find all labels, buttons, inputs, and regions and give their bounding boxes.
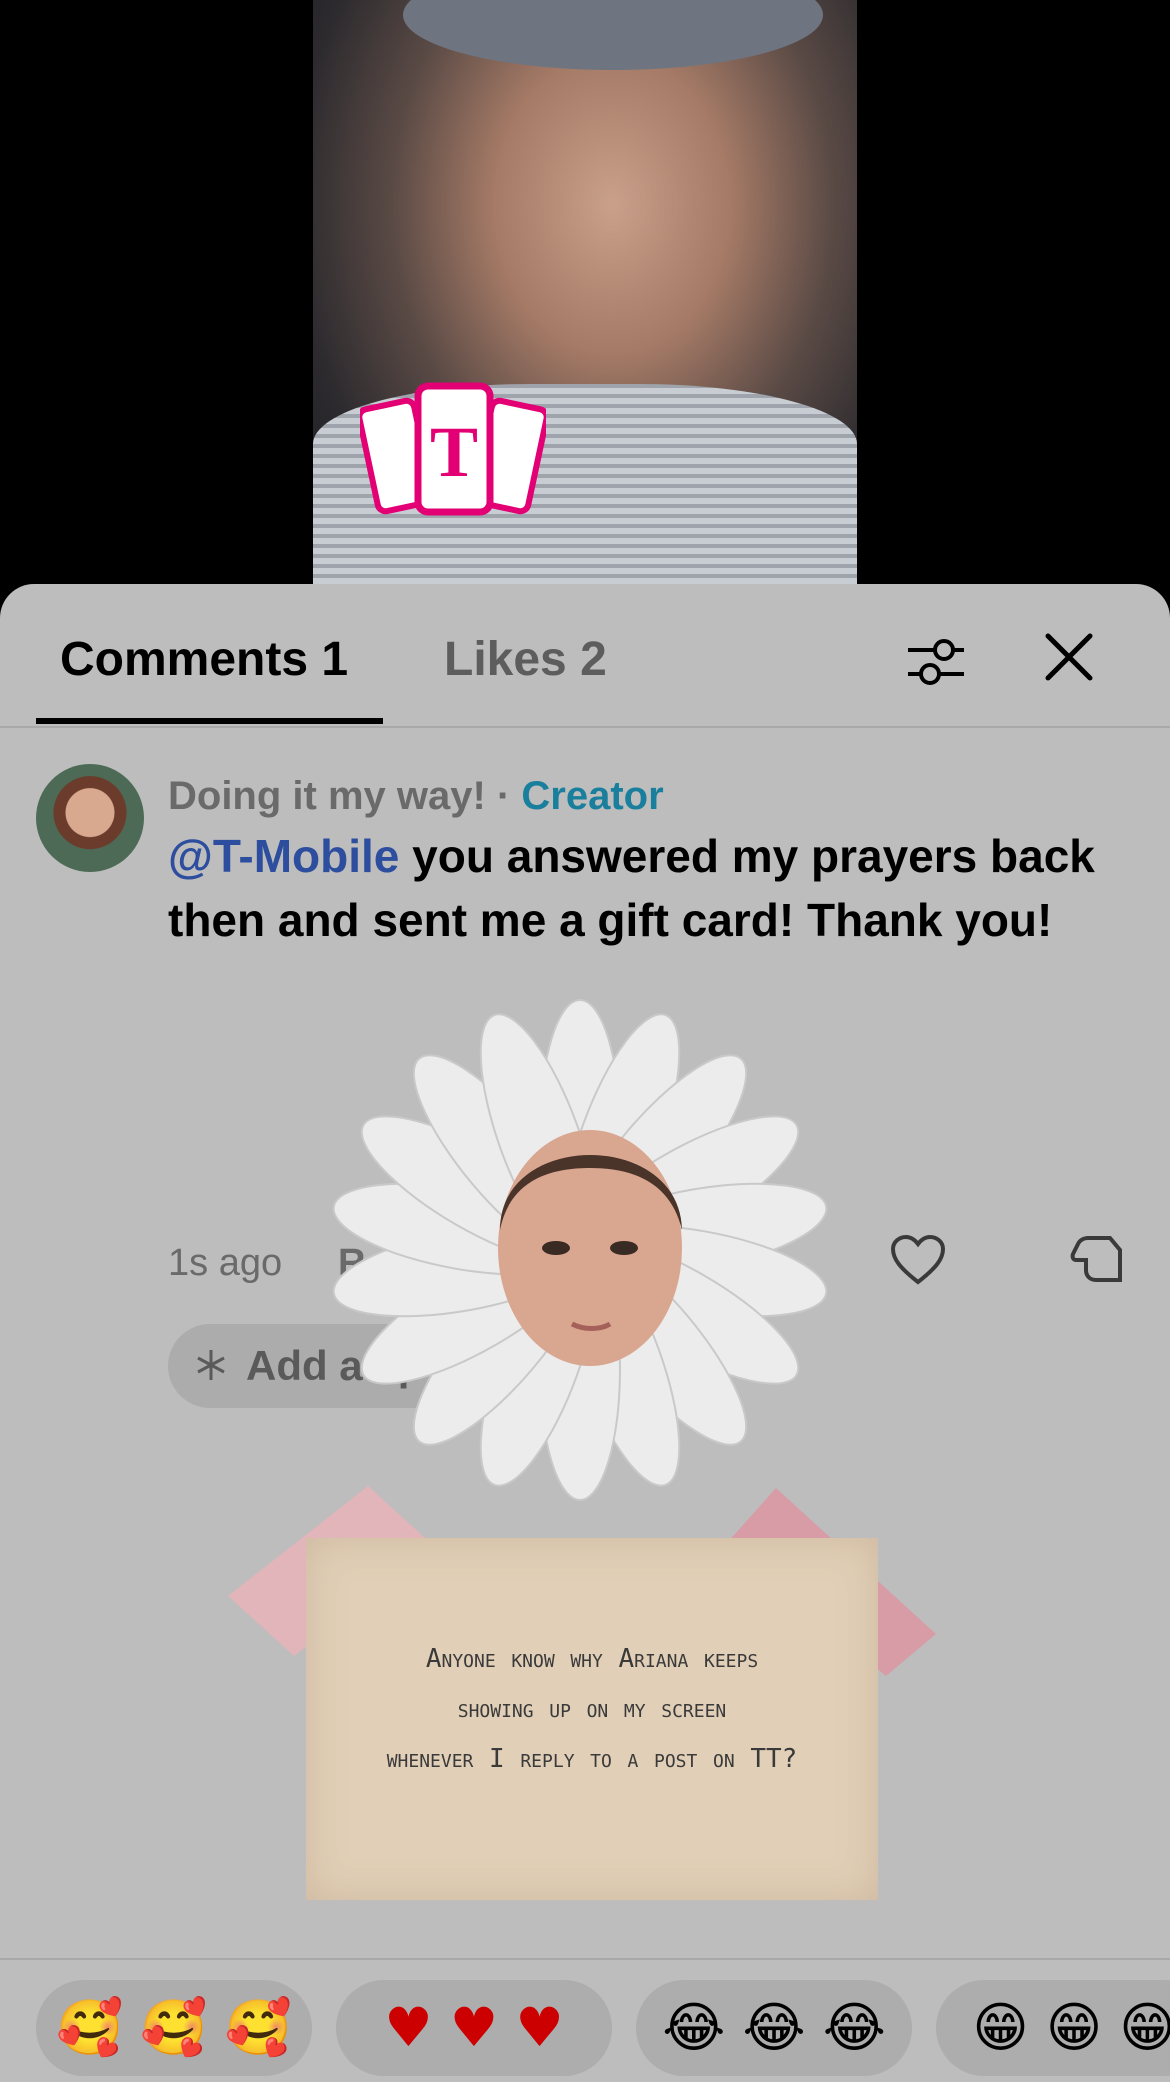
add-as-post-label: Add as p [246, 1342, 424, 1389]
emoji-chip-hearts[interactable]: ♥ ♥ ♥ [336, 1980, 612, 2076]
separator-dot: · [496, 774, 511, 818]
tmobile-letter: T [430, 412, 478, 492]
comments-sheet: Comments 1 Likes 2 Doing it my way! · Cr… [0, 584, 1170, 2082]
reply-button[interactable]: Rep [338, 1242, 410, 1285]
emoji-chip-smiling-hearts[interactable]: 🥰 🥰 🥰 [36, 1980, 312, 2076]
heart-icon[interactable] [890, 1234, 946, 1286]
tab-comments[interactable]: Comments 1 [60, 632, 348, 687]
active-tab-indicator [36, 718, 383, 724]
card-center: T [414, 382, 494, 516]
avatar[interactable] [36, 764, 144, 872]
emoji-chip-text: 🥰 🥰 🥰 [55, 1996, 293, 2059]
cap-shape [403, 0, 823, 70]
mention-link[interactable]: @T-Mobile [168, 830, 399, 882]
emoji-chip-text: ♥ ♥ ♥ [384, 1996, 564, 2059]
comment-text: @T-Mobile you answered my prayers back t… [168, 824, 1128, 952]
comment-time: 1s ago [168, 1242, 283, 1284]
close-icon[interactable] [1042, 630, 1096, 684]
video-area[interactable]: T [0, 0, 1170, 600]
comment-author[interactable]: Doing it my way! [168, 774, 486, 818]
emoji-chip-text: 😁 😁 😁 [972, 1996, 1170, 2059]
filter-sliders-icon[interactable] [904, 630, 968, 694]
emoji-bar: 🥰 🥰 🥰 ♥ ♥ ♥ 😂 😂 😂 😁 😁 😁 [0, 1958, 1170, 2082]
add-as-post-chip[interactable]: Add as p [168, 1324, 478, 1408]
tab-bar: Comments 1 Likes 2 [0, 584, 1170, 728]
comment-header: Doing it my way! · Creator [168, 774, 664, 819]
emoji-chip-grinning[interactable]: 😁 😁 😁 [936, 1980, 1170, 2076]
tab-likes[interactable]: Likes 2 [444, 632, 607, 687]
sparkle-icon [197, 1350, 225, 1380]
thumbs-down-icon[interactable] [1070, 1234, 1126, 1286]
emoji-chip-text: 😂 😂 😂 [662, 1996, 886, 2059]
tmobile-sticker: T [360, 382, 546, 516]
emoji-chip-laughing[interactable]: 😂 😂 😂 [636, 1980, 912, 2076]
creator-badge: Creator [521, 774, 664, 818]
